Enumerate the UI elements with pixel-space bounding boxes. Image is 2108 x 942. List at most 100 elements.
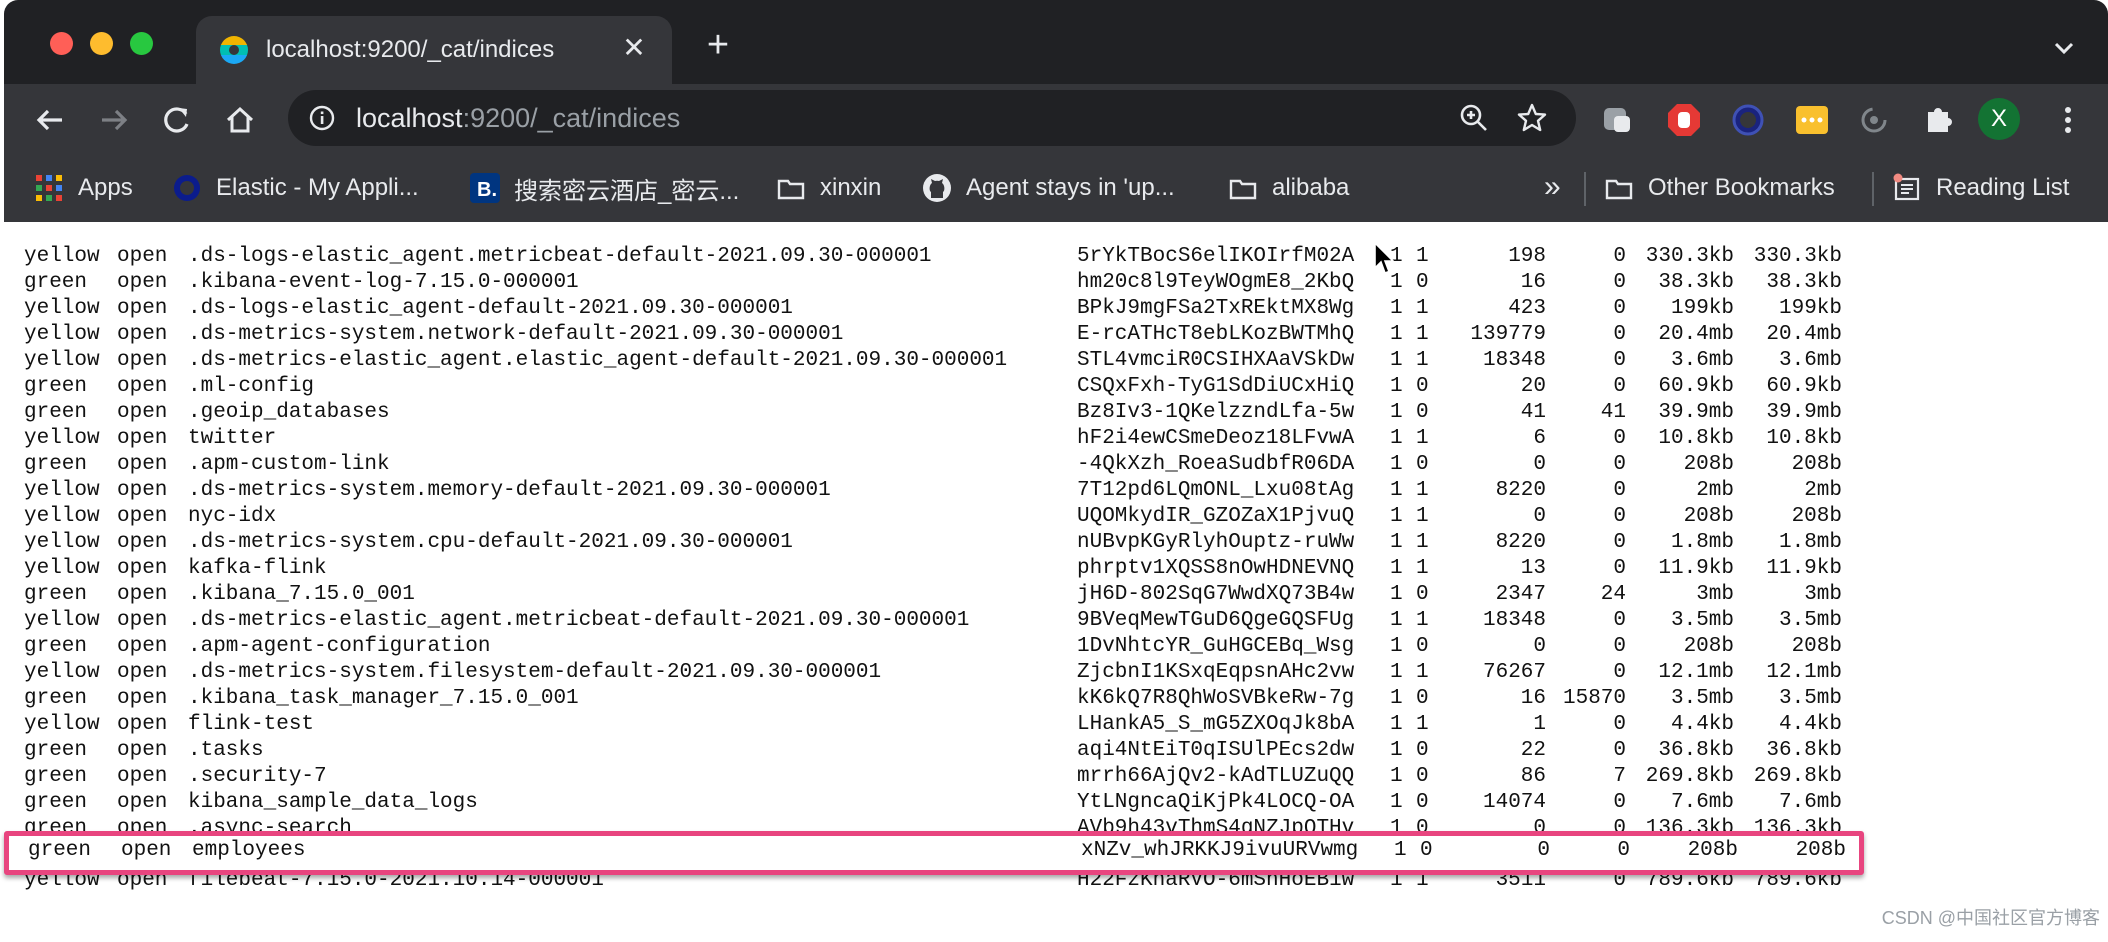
bookmark-star-icon[interactable] [1516, 102, 1548, 134]
bookmark-separator [1584, 172, 1586, 206]
cell-health: green [24, 765, 88, 788]
url-text: localhost:9200/_cat/indices [356, 103, 681, 133]
cell-size: 208b [1687, 839, 1738, 862]
cell-status: open [117, 765, 168, 788]
reload-icon[interactable] [156, 100, 196, 140]
active-tab[interactable]: localhost:9200/_cat/indices ✕ [196, 16, 672, 84]
cell-size: 7.6mb [1670, 791, 1734, 814]
cell-index: kafka-flink [188, 557, 327, 580]
cell-rep: 1 [1416, 245, 1429, 268]
extension-sync-icon[interactable] [1854, 100, 1894, 140]
cell-uuid: hm20c8l9TeyWOgmE8_2KbQ [1077, 271, 1355, 294]
cell-docs: 6 [1533, 427, 1546, 450]
forward-arrow-icon[interactable] [94, 100, 134, 140]
cell-index: nyc-idx [188, 505, 277, 528]
cell-index: .ds-metrics-system.filesystem-default-20… [188, 661, 882, 684]
highlighted-employees-row: green open employees xNZv_whJRKKJ9ivuURVwmg… [4, 831, 1864, 875]
cell-pri-size: 3.5mb [1778, 687, 1842, 710]
more-bookmarks-chevron-icon[interactable]: » [1544, 170, 1561, 204]
cell-uuid: -4QkXzh_RoeaSudbfR06DA [1077, 453, 1355, 476]
cell-docs: 18348 [1482, 349, 1546, 372]
cell-pri-size: 12.1mb [1766, 661, 1842, 684]
bookmark-label: Agent stays in 'up... [966, 174, 1175, 201]
cell-deleted: 0 [1613, 375, 1626, 398]
cell-rep: 0 [1416, 635, 1429, 658]
cell-pri: 1 [1390, 531, 1403, 554]
cell-pri-size: 3.6mb [1778, 349, 1842, 372]
cell-health: yellow [24, 323, 100, 346]
bookmark-label: Elastic - My Appli... [216, 174, 419, 201]
cell-pri: 1 [1390, 687, 1403, 710]
cell-size: 3.5mb [1670, 687, 1734, 710]
cell-status: open [117, 245, 168, 268]
extension-circle-icon[interactable] [1728, 100, 1768, 140]
cell-status: open [117, 401, 168, 424]
cell-index: .security-7 [188, 765, 327, 788]
cell-docs: 13 [1520, 557, 1546, 580]
cell-size: 36.8kb [1658, 739, 1734, 762]
bookmark-github[interactable]: Agent stays in 'up... [922, 168, 1175, 208]
cell-docs: 198 [1508, 245, 1546, 268]
extension-adblock-icon[interactable] [1664, 100, 1704, 140]
cell-index: .kibana_task_manager_7.15.0_001 [188, 687, 579, 710]
bookmark-label: Apps [78, 174, 133, 201]
extensions-puzzle-icon[interactable] [1918, 100, 1958, 140]
cell-uuid: E-rcATHcT8ebLKozBWTMhQ [1077, 323, 1355, 346]
reading-list-button[interactable]: Reading List [1892, 168, 2069, 208]
cell-deleted: 7 [1613, 765, 1626, 788]
profile-avatar[interactable]: X [1978, 98, 2020, 140]
watermark: CSDN @中国社区官方博客 [1881, 908, 2100, 928]
cell-health: yellow [24, 297, 100, 320]
back-arrow-icon[interactable] [30, 100, 70, 140]
cell-index: .apm-agent-configuration [188, 635, 491, 658]
bookmark-booking[interactable]: B. 搜索密云酒店_密云... [470, 168, 739, 208]
cell-pri: 1 [1390, 323, 1403, 346]
bookmark-alibaba[interactable]: alibaba [1228, 168, 1349, 208]
cell-index: .ds-metrics-elastic_agent.metricbeat-def… [188, 609, 970, 632]
cell-deleted: 15870 [1562, 687, 1626, 710]
cell-size: 1.8mb [1670, 531, 1734, 554]
cell-size: 10.8kb [1658, 427, 1734, 450]
cell-status: open [117, 557, 168, 580]
apps-grid-icon [34, 173, 64, 203]
cell-size: 12.1mb [1658, 661, 1734, 684]
tab-strip: localhost:9200/_cat/indices ✕ + [4, 0, 2108, 84]
address-bar[interactable]: localhost:9200/_cat/indices [288, 90, 1576, 146]
cell-health: green [24, 583, 88, 606]
new-tab-button[interactable]: + [700, 26, 736, 64]
cell-pri: 1 [1390, 297, 1403, 320]
extension-notes-icon[interactable] [1792, 100, 1832, 140]
home-icon[interactable] [220, 100, 260, 140]
close-window-button[interactable] [50, 32, 73, 55]
cell-deleted: 0 [1613, 323, 1626, 346]
bookmark-elastic[interactable]: Elastic - My Appli... [172, 168, 419, 208]
cell-pri-size: 2mb [1804, 479, 1842, 502]
cell-docs: 14074 [1482, 791, 1546, 814]
cell-deleted: 0 [1613, 739, 1626, 762]
extension-translate-icon[interactable] [1598, 100, 1638, 140]
cell-rep: 1 [1416, 349, 1429, 372]
zoom-icon[interactable] [1458, 102, 1490, 134]
cell-size: 208b [1683, 453, 1734, 476]
bookmark-xinxin[interactable]: xinxin [776, 168, 881, 208]
cell-pri: 1 [1390, 791, 1403, 814]
tab-search-chevron-icon[interactable] [2046, 30, 2082, 66]
cell-rep: 1 [1416, 323, 1429, 346]
zoom-window-button[interactable] [130, 32, 153, 55]
folder-icon [1228, 173, 1258, 203]
cell-health: yellow [24, 505, 100, 528]
cell-pri: 1 [1390, 583, 1403, 606]
cell-deleted: 0 [1613, 791, 1626, 814]
minimize-window-button[interactable] [90, 32, 113, 55]
reading-list-icon [1892, 173, 1922, 203]
cell-size: 4.4kb [1670, 713, 1734, 736]
bookmark-label: alibaba [1272, 174, 1350, 201]
cell-pri: 1 [1390, 401, 1403, 424]
cell-pri-size: 208b [1791, 453, 1842, 476]
more-menu-icon[interactable] [2048, 100, 2088, 140]
info-icon[interactable] [308, 104, 336, 132]
folder-icon [1604, 173, 1634, 203]
close-tab-icon[interactable]: ✕ [618, 32, 650, 64]
bookmark-other-bookmarks[interactable]: Other Bookmarks [1604, 168, 1835, 208]
bookmark-apps[interactable]: Apps [34, 168, 133, 208]
